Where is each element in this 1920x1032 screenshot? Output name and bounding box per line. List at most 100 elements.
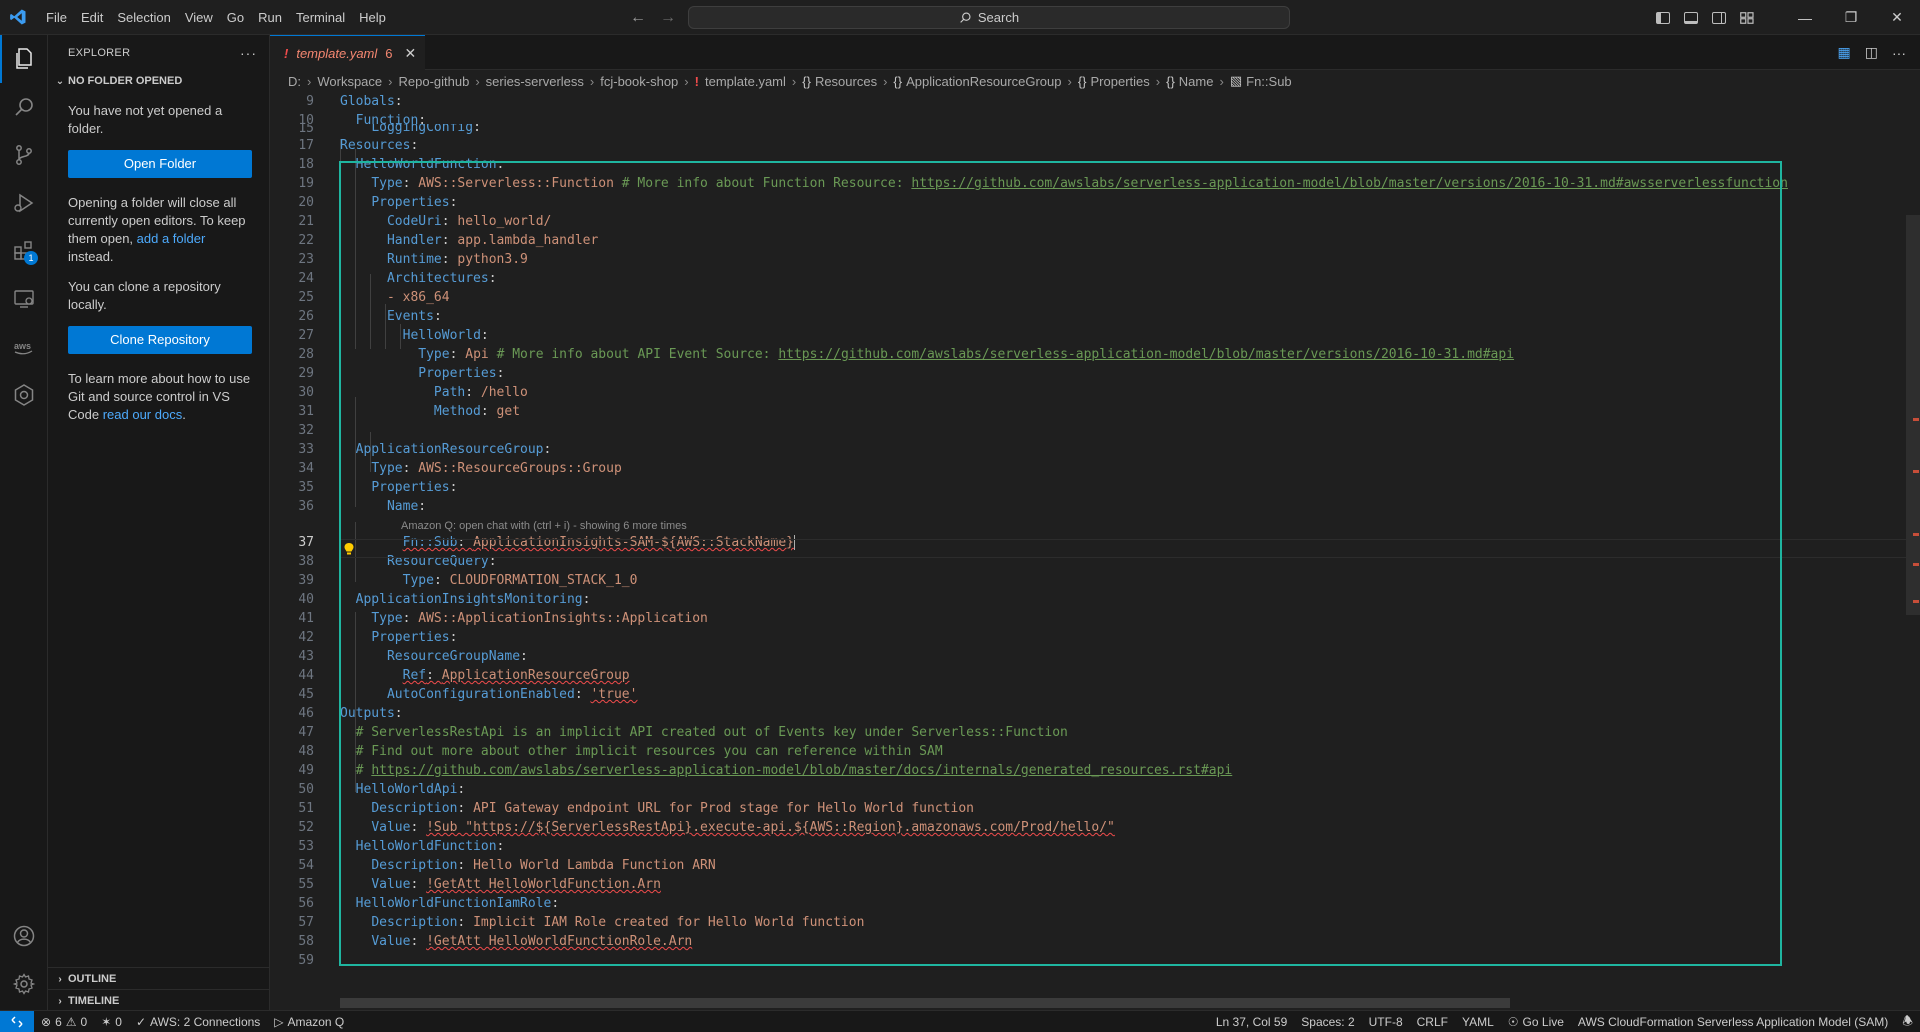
title-bar: File Edit Selection View Go Run Terminal… — [0, 0, 1920, 35]
amazon-q-icon[interactable] — [0, 371, 48, 419]
cursor-position[interactable]: Ln 37, Col 59 — [1209, 1015, 1294, 1029]
add-folder-link[interactable]: add a folder — [137, 231, 206, 246]
error-marker — [1913, 600, 1919, 603]
language-mode[interactable]: YAML — [1455, 1015, 1501, 1029]
customize-layout-icon[interactable] — [1740, 11, 1754, 24]
menu-view[interactable]: View — [178, 0, 220, 35]
back-arrow-icon[interactable]: ← — [630, 9, 646, 27]
menu-edit[interactable]: Edit — [74, 0, 110, 35]
accounts-icon[interactable] — [0, 912, 48, 960]
sam-schema-indicator[interactable]: AWS CloudFormation Serverless Applicatio… — [1571, 1015, 1895, 1029]
chevron-down-icon: ⌄ — [55, 75, 65, 87]
breadcrumb-drive[interactable]: D: — [288, 74, 301, 89]
sidebar-title: EXPLORER — [68, 46, 131, 59]
split-editor-icon[interactable]: ◫ — [1865, 44, 1878, 61]
indentation[interactable]: Spaces: 2 — [1294, 1015, 1361, 1029]
no-folder-section-header[interactable]: ⌄ NO FOLDER OPENED — [48, 70, 269, 92]
git-learn-message: To learn more about how to use Git and s… — [68, 371, 251, 422]
clone-message: You can clone a repository locally. — [68, 279, 221, 312]
menu-terminal[interactable]: Terminal — [289, 0, 352, 35]
error-marker — [1913, 418, 1919, 421]
error-icon: ⊗ — [41, 1014, 52, 1029]
source-control-icon[interactable] — [0, 131, 48, 179]
tab-template-yaml[interactable]: ! template.yaml 6 ✕ — [270, 35, 425, 70]
breadcrumb-symbol[interactable]: ApplicationResourceGroup — [906, 74, 1061, 89]
breadcrumb-item[interactable]: Workspace — [317, 74, 382, 89]
remote-indicator-icon[interactable] — [0, 1010, 34, 1032]
explorer-icon[interactable] — [0, 35, 48, 83]
yaml-file-icon: ! — [694, 73, 699, 89]
toggle-primary-sidebar-icon[interactable] — [1656, 11, 1670, 24]
amazon-q-action-icon[interactable]: ▦ — [1838, 44, 1851, 61]
outline-section[interactable]: › OUTLINE — [48, 967, 269, 990]
close-window-button[interactable]: ✕ — [1874, 0, 1920, 35]
chevron-right-icon: › — [58, 973, 62, 985]
more-editor-actions-icon[interactable]: ··· — [1892, 45, 1906, 61]
breadcrumb-symbol[interactable]: Fn::Sub — [1246, 74, 1292, 89]
remote-explorer-icon[interactable] — [0, 275, 48, 323]
go-live-button[interactable]: ☉ Go Live — [1501, 1015, 1571, 1029]
end-of-line[interactable]: CRLF — [1410, 1015, 1455, 1029]
extensions-badge: 1 — [24, 251, 38, 265]
code-line: 17 Resources: — [298, 138, 419, 153]
menu-file[interactable]: File — [39, 0, 74, 35]
warning-icon: ⚠ — [65, 1014, 77, 1029]
explorer-sidebar: EXPLORER ··· ⌄ NO FOLDER OPENED You have… — [48, 35, 270, 1012]
menu-run[interactable]: Run — [251, 0, 289, 35]
ports-indicator[interactable]: ✶ 0 — [94, 1015, 129, 1029]
settings-gear-icon[interactable] — [0, 960, 48, 1008]
breadcrumb-file[interactable]: template.yaml — [705, 74, 786, 89]
editor-tabs: ! template.yaml 6 ✕ ▦ ◫ ··· — [270, 35, 1920, 70]
toggle-panel-icon[interactable] — [1684, 11, 1698, 24]
timeline-section[interactable]: › TIMELINE — [48, 989, 269, 1012]
svg-text:aws: aws — [14, 341, 31, 351]
error-marker — [1913, 470, 1919, 473]
aws-connections[interactable]: ✓ AWS: 2 Connections — [129, 1015, 267, 1029]
code-line-folded: 15 LoggingConfig: — [298, 124, 481, 134]
search-icon — [960, 12, 971, 23]
encoding[interactable]: UTF-8 — [1362, 1015, 1410, 1029]
tab-label: template.yaml — [296, 45, 378, 61]
menu-help[interactable]: Help — [352, 0, 393, 35]
breadcrumb-item[interactable]: Repo-github — [398, 74, 469, 89]
search-view-icon[interactable] — [0, 83, 48, 131]
breadcrumb-symbol[interactable]: Name — [1179, 74, 1214, 89]
menu-go[interactable]: Go — [220, 0, 251, 35]
breadcrumb-item[interactable]: series-serverless — [486, 74, 584, 89]
restore-button[interactable]: ❐ — [1828, 0, 1874, 35]
command-center-search[interactable]: Search — [688, 6, 1290, 29]
breadcrumb-symbol[interactable]: Resources — [815, 74, 877, 89]
vscode-logo-icon — [0, 0, 35, 35]
ports-icon: ✶ — [101, 1014, 112, 1029]
more-actions-icon[interactable]: ··· — [240, 45, 257, 61]
minimize-button[interactable]: — — [1782, 0, 1828, 35]
object-icon: {} — [802, 73, 811, 89]
menu-selection[interactable]: Selection — [110, 0, 177, 35]
no-folder-message: You have not yet opened a folder. — [68, 103, 223, 136]
extensions-icon[interactable]: 1 — [0, 227, 48, 275]
open-folder-note: Opening a folder will close all currentl… — [68, 195, 246, 264]
check-icon: ✓ — [135, 1014, 147, 1029]
problems-indicator[interactable]: ⊗ 6 ⚠ 0 — [34, 1015, 94, 1029]
chevron-right-icon: › — [58, 995, 62, 1007]
object-icon: {} — [893, 73, 903, 89]
vertical-scrollbar[interactable] — [1906, 215, 1920, 615]
notifications-bell-icon[interactable]: 🕭 — [1895, 1012, 1920, 1032]
toggle-secondary-sidebar-icon[interactable] — [1712, 11, 1726, 24]
broadcast-icon: ☉ — [1507, 1015, 1519, 1029]
run-debug-icon[interactable] — [0, 179, 48, 227]
breadcrumb-item[interactable]: fcj-book-shop — [600, 74, 678, 89]
open-folder-button[interactable]: Open Folder — [68, 150, 252, 178]
close-tab-icon[interactable]: ✕ — [405, 45, 417, 62]
yaml-file-icon: ! — [284, 45, 289, 61]
clone-repository-button[interactable]: Clone Repository — [68, 326, 252, 354]
string-icon: ▧ — [1229, 73, 1243, 88]
error-marker — [1913, 563, 1919, 566]
forward-arrow-icon[interactable]: → — [660, 9, 676, 27]
amazon-q-status[interactable]: ▷ Amazon Q — [267, 1015, 351, 1029]
aws-icon[interactable]: aws — [0, 323, 48, 371]
read-docs-link[interactable]: read our docs — [103, 407, 183, 422]
breadcrumb-symbol[interactable]: Properties — [1091, 74, 1150, 89]
horizontal-scrollbar[interactable] — [340, 998, 1510, 1008]
annotation-highlight-box — [339, 161, 1782, 966]
